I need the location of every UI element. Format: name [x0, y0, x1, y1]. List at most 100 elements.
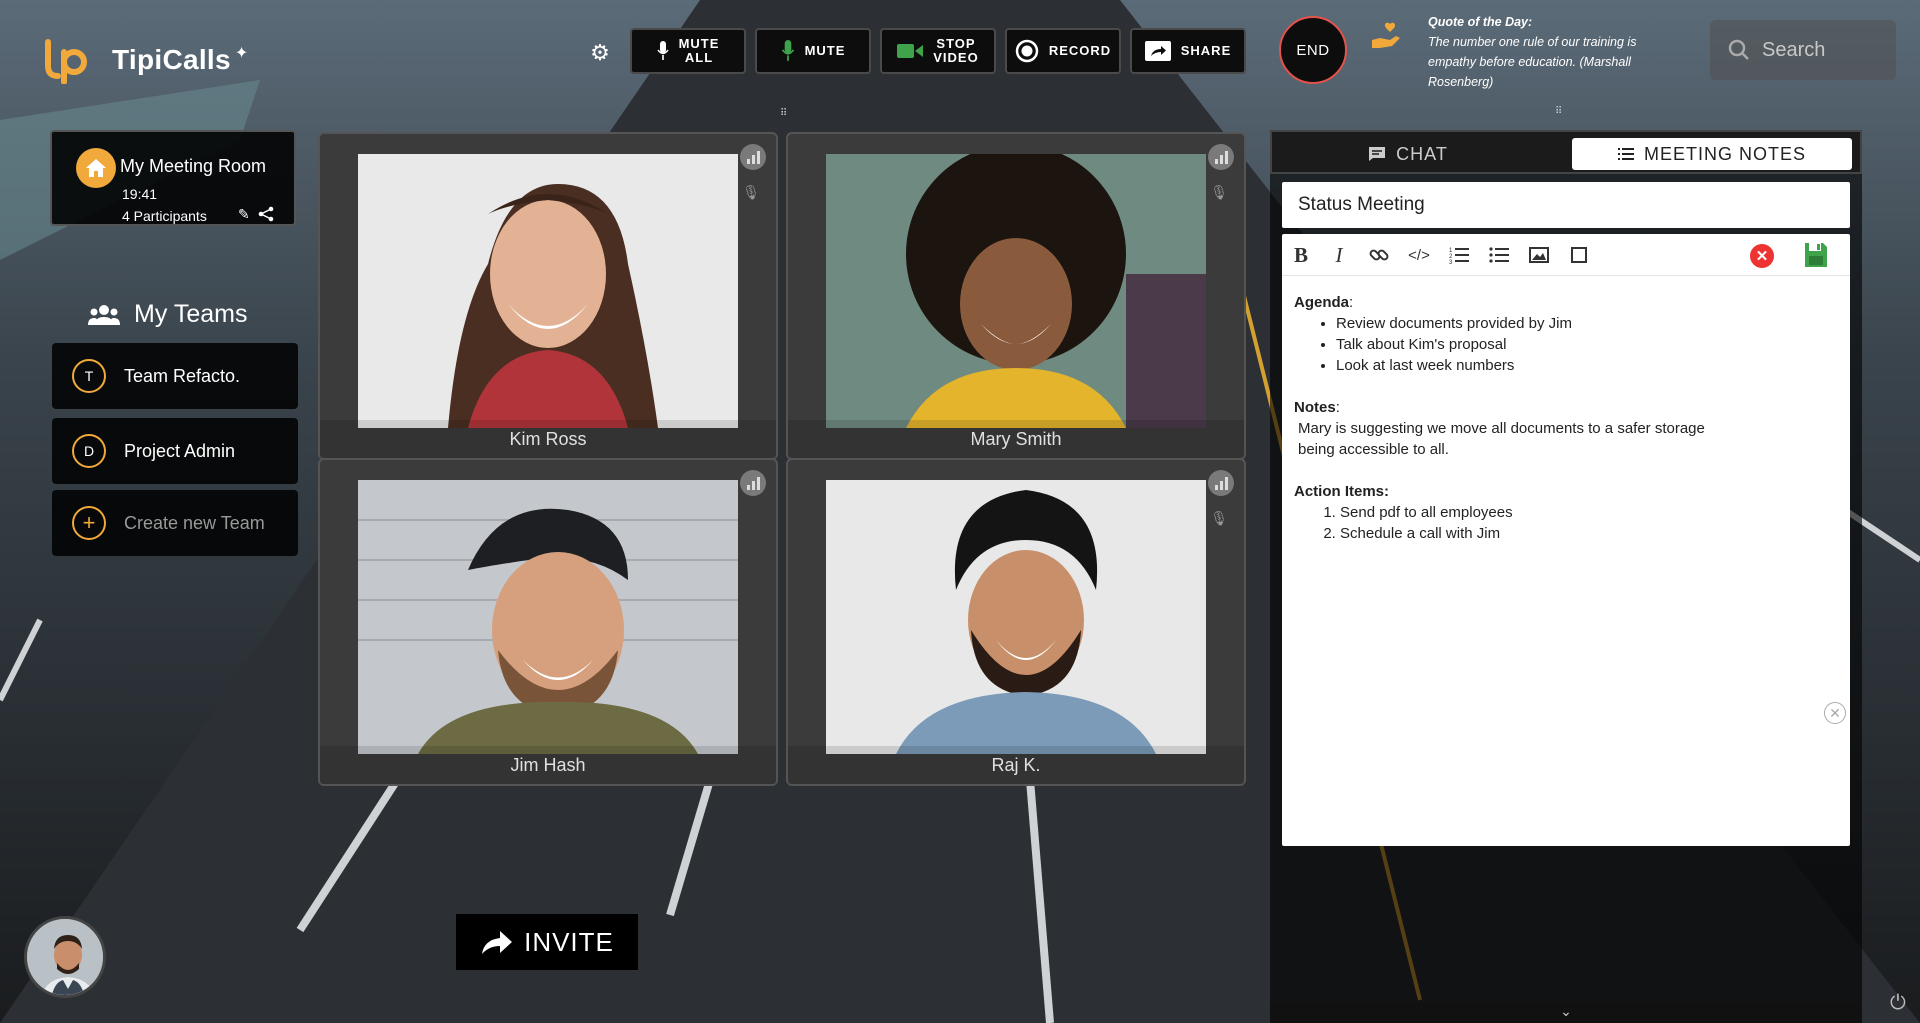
- participant-tile[interactable]: Kim Ross 🎙: [318, 132, 778, 460]
- share-button[interactable]: SHARE: [1130, 28, 1246, 74]
- settings-button[interactable]: ⚙: [585, 38, 615, 68]
- signal-stats-icon[interactable]: [740, 470, 766, 496]
- bullet-list-icon[interactable]: [1486, 242, 1512, 268]
- notes-line: being accessible to all.: [1298, 441, 1449, 458]
- list-item: Look at last week numbers: [1336, 355, 1834, 376]
- microphone-icon: 🎙: [1210, 184, 1228, 200]
- box-icon[interactable]: [1566, 242, 1592, 268]
- drag-handle-icon[interactable]: ⠿: [1555, 106, 1562, 117]
- tab-chat[interactable]: CHAT: [1308, 138, 1508, 170]
- user-avatar[interactable]: [24, 916, 106, 998]
- share-screen-icon: [1144, 41, 1171, 61]
- room-participants: 4 Participants: [122, 208, 207, 224]
- participant-name: Jim Hash: [320, 746, 776, 784]
- record-button[interactable]: RECORD: [1005, 28, 1121, 74]
- meeting-room-card[interactable]: My Meeting Room 19:41 4 Participants ✎: [50, 130, 296, 226]
- microphone-icon: [656, 41, 669, 60]
- numbered-list-icon[interactable]: 123: [1446, 242, 1472, 268]
- heart-hand-icon: [1372, 22, 1400, 48]
- cancel-icon[interactable]: ✕: [1750, 244, 1774, 268]
- participant-video: [358, 480, 738, 754]
- search-icon: [1728, 39, 1749, 60]
- image-icon[interactable]: [1526, 242, 1552, 268]
- agenda-label: Agenda: [1294, 294, 1350, 311]
- edit-icon[interactable]: ✎: [238, 206, 250, 223]
- side-panel: CHAT MEETING NOTES Status Meeting B I </…: [1270, 130, 1862, 1023]
- search-box[interactable]: [1710, 20, 1896, 80]
- mute-all-label: MUTE ALL: [678, 36, 720, 65]
- quote-text: The number one rule of our training is e…: [1428, 35, 1637, 89]
- notes-content[interactable]: Agenda: Review documents provided by Jim…: [1294, 292, 1834, 544]
- quote-of-the-day: Quote of the Day: The number one rule of…: [1428, 12, 1656, 92]
- invite-button[interactable]: INVITE: [456, 914, 638, 970]
- notes-line: Mary is suggesting we move all documents…: [1298, 420, 1705, 437]
- participant-tile[interactable]: Mary Smith 🎙: [786, 132, 1246, 460]
- home-icon: [76, 148, 116, 188]
- code-icon[interactable]: </>: [1406, 242, 1432, 268]
- sparkle-icon: ✦: [234, 45, 249, 62]
- participant-name: Raj K.: [788, 746, 1244, 784]
- team-item[interactable]: T Team Refacto.: [52, 343, 298, 409]
- my-teams-title: My Teams: [134, 300, 248, 328]
- participant-video: [826, 154, 1206, 428]
- tipicalls-logo-icon: [45, 39, 87, 84]
- collapse-panel-button[interactable]: ⌄: [1270, 1003, 1862, 1023]
- signal-stats-icon[interactable]: [740, 144, 766, 170]
- team-badge: T: [72, 359, 106, 393]
- svg-text:3: 3: [1449, 260, 1453, 264]
- list-item: Schedule a call with Jim: [1340, 523, 1834, 544]
- team-icon: [88, 304, 120, 325]
- notes-label: Notes: [1294, 399, 1336, 416]
- participant-name: Mary Smith: [788, 420, 1244, 458]
- tab-meeting-notes[interactable]: MEETING NOTES: [1572, 138, 1852, 170]
- italic-icon[interactable]: I: [1326, 242, 1352, 268]
- list-item: Talk about Kim's proposal: [1336, 334, 1834, 355]
- team-item[interactable]: D Project Admin: [52, 418, 298, 484]
- participant-name: Kim Ross: [320, 420, 776, 458]
- link-icon[interactable]: [1366, 242, 1392, 268]
- app-logo[interactable]: TipiCalls ✦: [42, 36, 248, 84]
- share-icon[interactable]: [258, 206, 274, 222]
- save-icon[interactable]: [1804, 242, 1828, 268]
- tab-chat-label: CHAT: [1396, 143, 1448, 164]
- signal-stats-icon[interactable]: [1208, 470, 1234, 496]
- mute-button[interactable]: MUTE: [755, 28, 871, 74]
- end-call-button[interactable]: END: [1279, 16, 1347, 84]
- editor-toolbar: B I </> 123 ✕: [1282, 234, 1850, 276]
- chat-icon: [1369, 147, 1386, 161]
- bold-icon[interactable]: B: [1288, 242, 1314, 268]
- video-camera-icon: [897, 44, 924, 58]
- drag-handle-icon[interactable]: ⠿: [780, 108, 787, 119]
- create-team-button[interactable]: + Create new Team: [52, 490, 298, 556]
- participant-video: [826, 480, 1206, 754]
- power-icon[interactable]: ⏻: [1890, 992, 1906, 1015]
- team-badge: D: [72, 434, 106, 468]
- chevron-down-icon: ⌄: [1560, 1003, 1572, 1019]
- participant-tile[interactable]: Raj K. 🎙: [786, 458, 1246, 786]
- share-label: SHARE: [1180, 43, 1232, 58]
- room-title: My Meeting Room: [120, 156, 267, 176]
- microphone-icon: 🎙: [1210, 510, 1228, 526]
- mute-all-button[interactable]: MUTE ALL: [630, 28, 746, 74]
- list-icon: [1617, 148, 1634, 160]
- clear-icon[interactable]: ✕: [1824, 702, 1846, 724]
- search-input[interactable]: [1762, 38, 1882, 62]
- notes-title-field[interactable]: Status Meeting: [1282, 182, 1850, 228]
- participant-tile[interactable]: Jim Hash: [318, 458, 778, 786]
- stop-video-button[interactable]: STOP VIDEO: [880, 28, 996, 74]
- end-label: END: [1296, 41, 1330, 59]
- signal-stats-icon[interactable]: [1208, 144, 1234, 170]
- create-team-label: Create new Team: [124, 512, 265, 533]
- agenda-list: Review documents provided by Jim Talk ab…: [1336, 313, 1834, 376]
- side-panel-tabs: CHAT MEETING NOTES: [1270, 130, 1862, 174]
- quote-title: Quote of the Day:: [1428, 15, 1533, 29]
- action-items-label: Action Items:: [1294, 483, 1390, 500]
- notes-editor[interactable]: B I </> 123 ✕ Agenda: Review: [1282, 234, 1850, 846]
- participant-video: [358, 154, 738, 428]
- plus-icon: +: [72, 506, 106, 540]
- mute-label: MUTE: [804, 43, 846, 58]
- app-name: TipiCalls: [112, 44, 231, 75]
- list-item: Send pdf to all employees: [1340, 502, 1834, 523]
- room-time: 19:41: [122, 186, 158, 202]
- tab-notes-label: MEETING NOTES: [1643, 143, 1806, 164]
